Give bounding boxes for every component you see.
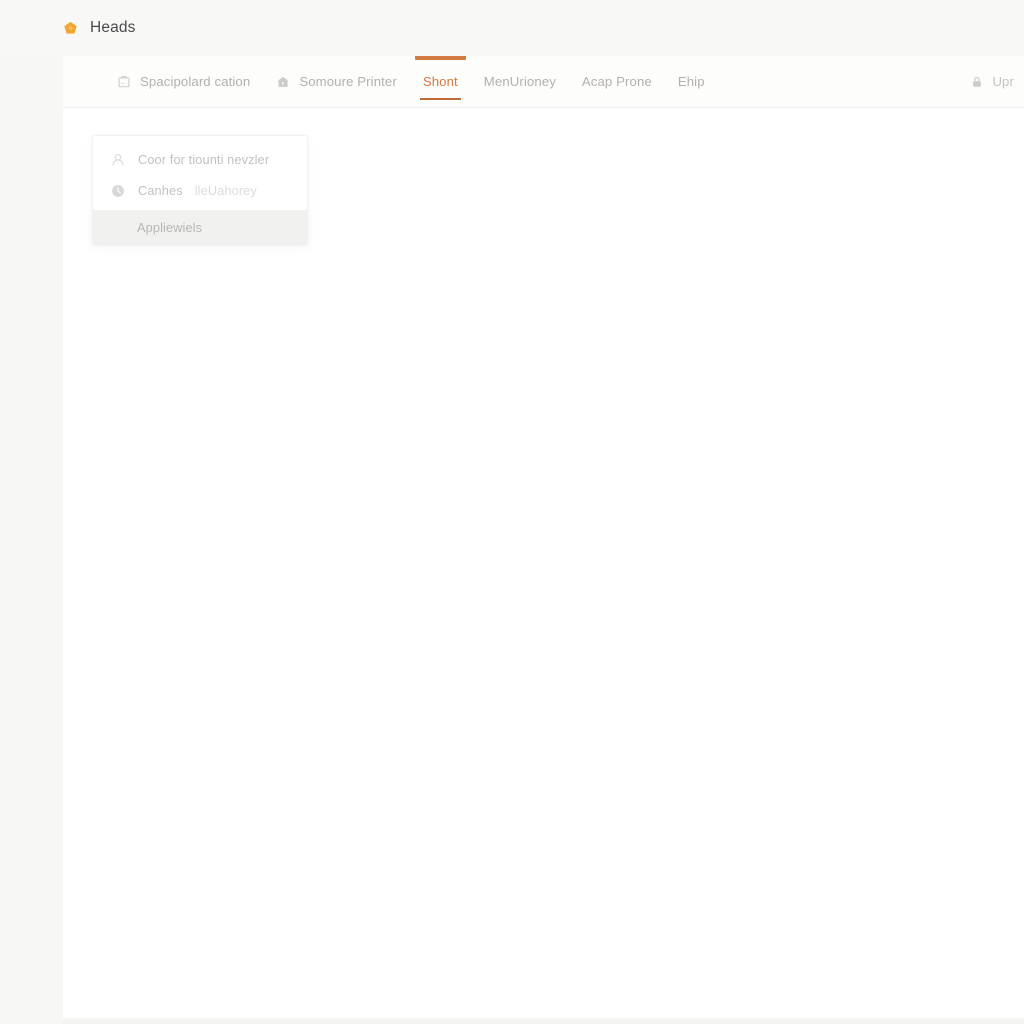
dropdown-menu: Coor for tiounti nevzler Canhes lleUahor…	[92, 135, 308, 245]
tab-label: MenUrioney	[483, 74, 556, 89]
tab-label: Somoure Printer	[299, 74, 397, 89]
pentagon-badge-icon	[64, 21, 77, 34]
menu-item-label: Canhes	[138, 183, 183, 198]
menu-item-label: Appliewiels	[137, 219, 203, 235]
menu-item-appliewiels[interactable]: Appliewiels	[93, 210, 307, 244]
tab-bar: Spacipolard cation Somoure Printer Shont…	[63, 55, 1024, 108]
panel-bottom-edge	[63, 1018, 1024, 1024]
clipboard-icon	[118, 75, 130, 87]
clock-circle-icon	[112, 184, 124, 197]
tab-spacipolard-cation[interactable]: Spacipolard cation	[104, 56, 263, 108]
user-icon	[112, 153, 124, 166]
tab-upgrade[interactable]: Upr	[970, 74, 1014, 89]
tab-acap-prone[interactable]: Acap Prone	[569, 56, 665, 108]
menu-item-secondary-label: lleUahorey	[194, 183, 257, 198]
tab-somoure-printer[interactable]: Somoure Printer	[263, 56, 410, 108]
tab-label: Shont	[422, 74, 458, 89]
brand[interactable]: Heads	[63, 19, 136, 37]
app-root: Heads Spacipolard cation Somoure Printer	[0, 0, 1024, 1024]
content-panel: Spacipolard cation Somoure Printer Shont…	[63, 55, 1024, 1018]
page-title: Heads	[90, 19, 136, 36]
menu-item-canhes-lleuahorey[interactable]: Canhes lleUahorey	[93, 175, 307, 206]
app-header: Heads	[0, 0, 1024, 56]
menu-item-coor-for-tiounti-nevzler[interactable]: Coor for tiounti nevzler	[93, 144, 307, 175]
tab-label: Upr	[992, 74, 1014, 89]
lock-icon	[973, 76, 982, 87]
panel-body	[63, 109, 1024, 1018]
tab-label: Spacipolard cation	[140, 74, 251, 89]
tab-menurioney[interactable]: MenUrioney	[471, 56, 569, 108]
menu-item-label: Coor for tiounti nevzler	[138, 152, 270, 167]
lock-bag-icon	[278, 76, 288, 87]
tab-label: Acap Prone	[581, 74, 652, 89]
tab-ehip[interactable]: Ehip	[665, 56, 718, 108]
left-gutter	[0, 0, 63, 1024]
tab-label: Ehip	[677, 74, 705, 89]
tab-shont[interactable]: Shont	[410, 55, 471, 108]
